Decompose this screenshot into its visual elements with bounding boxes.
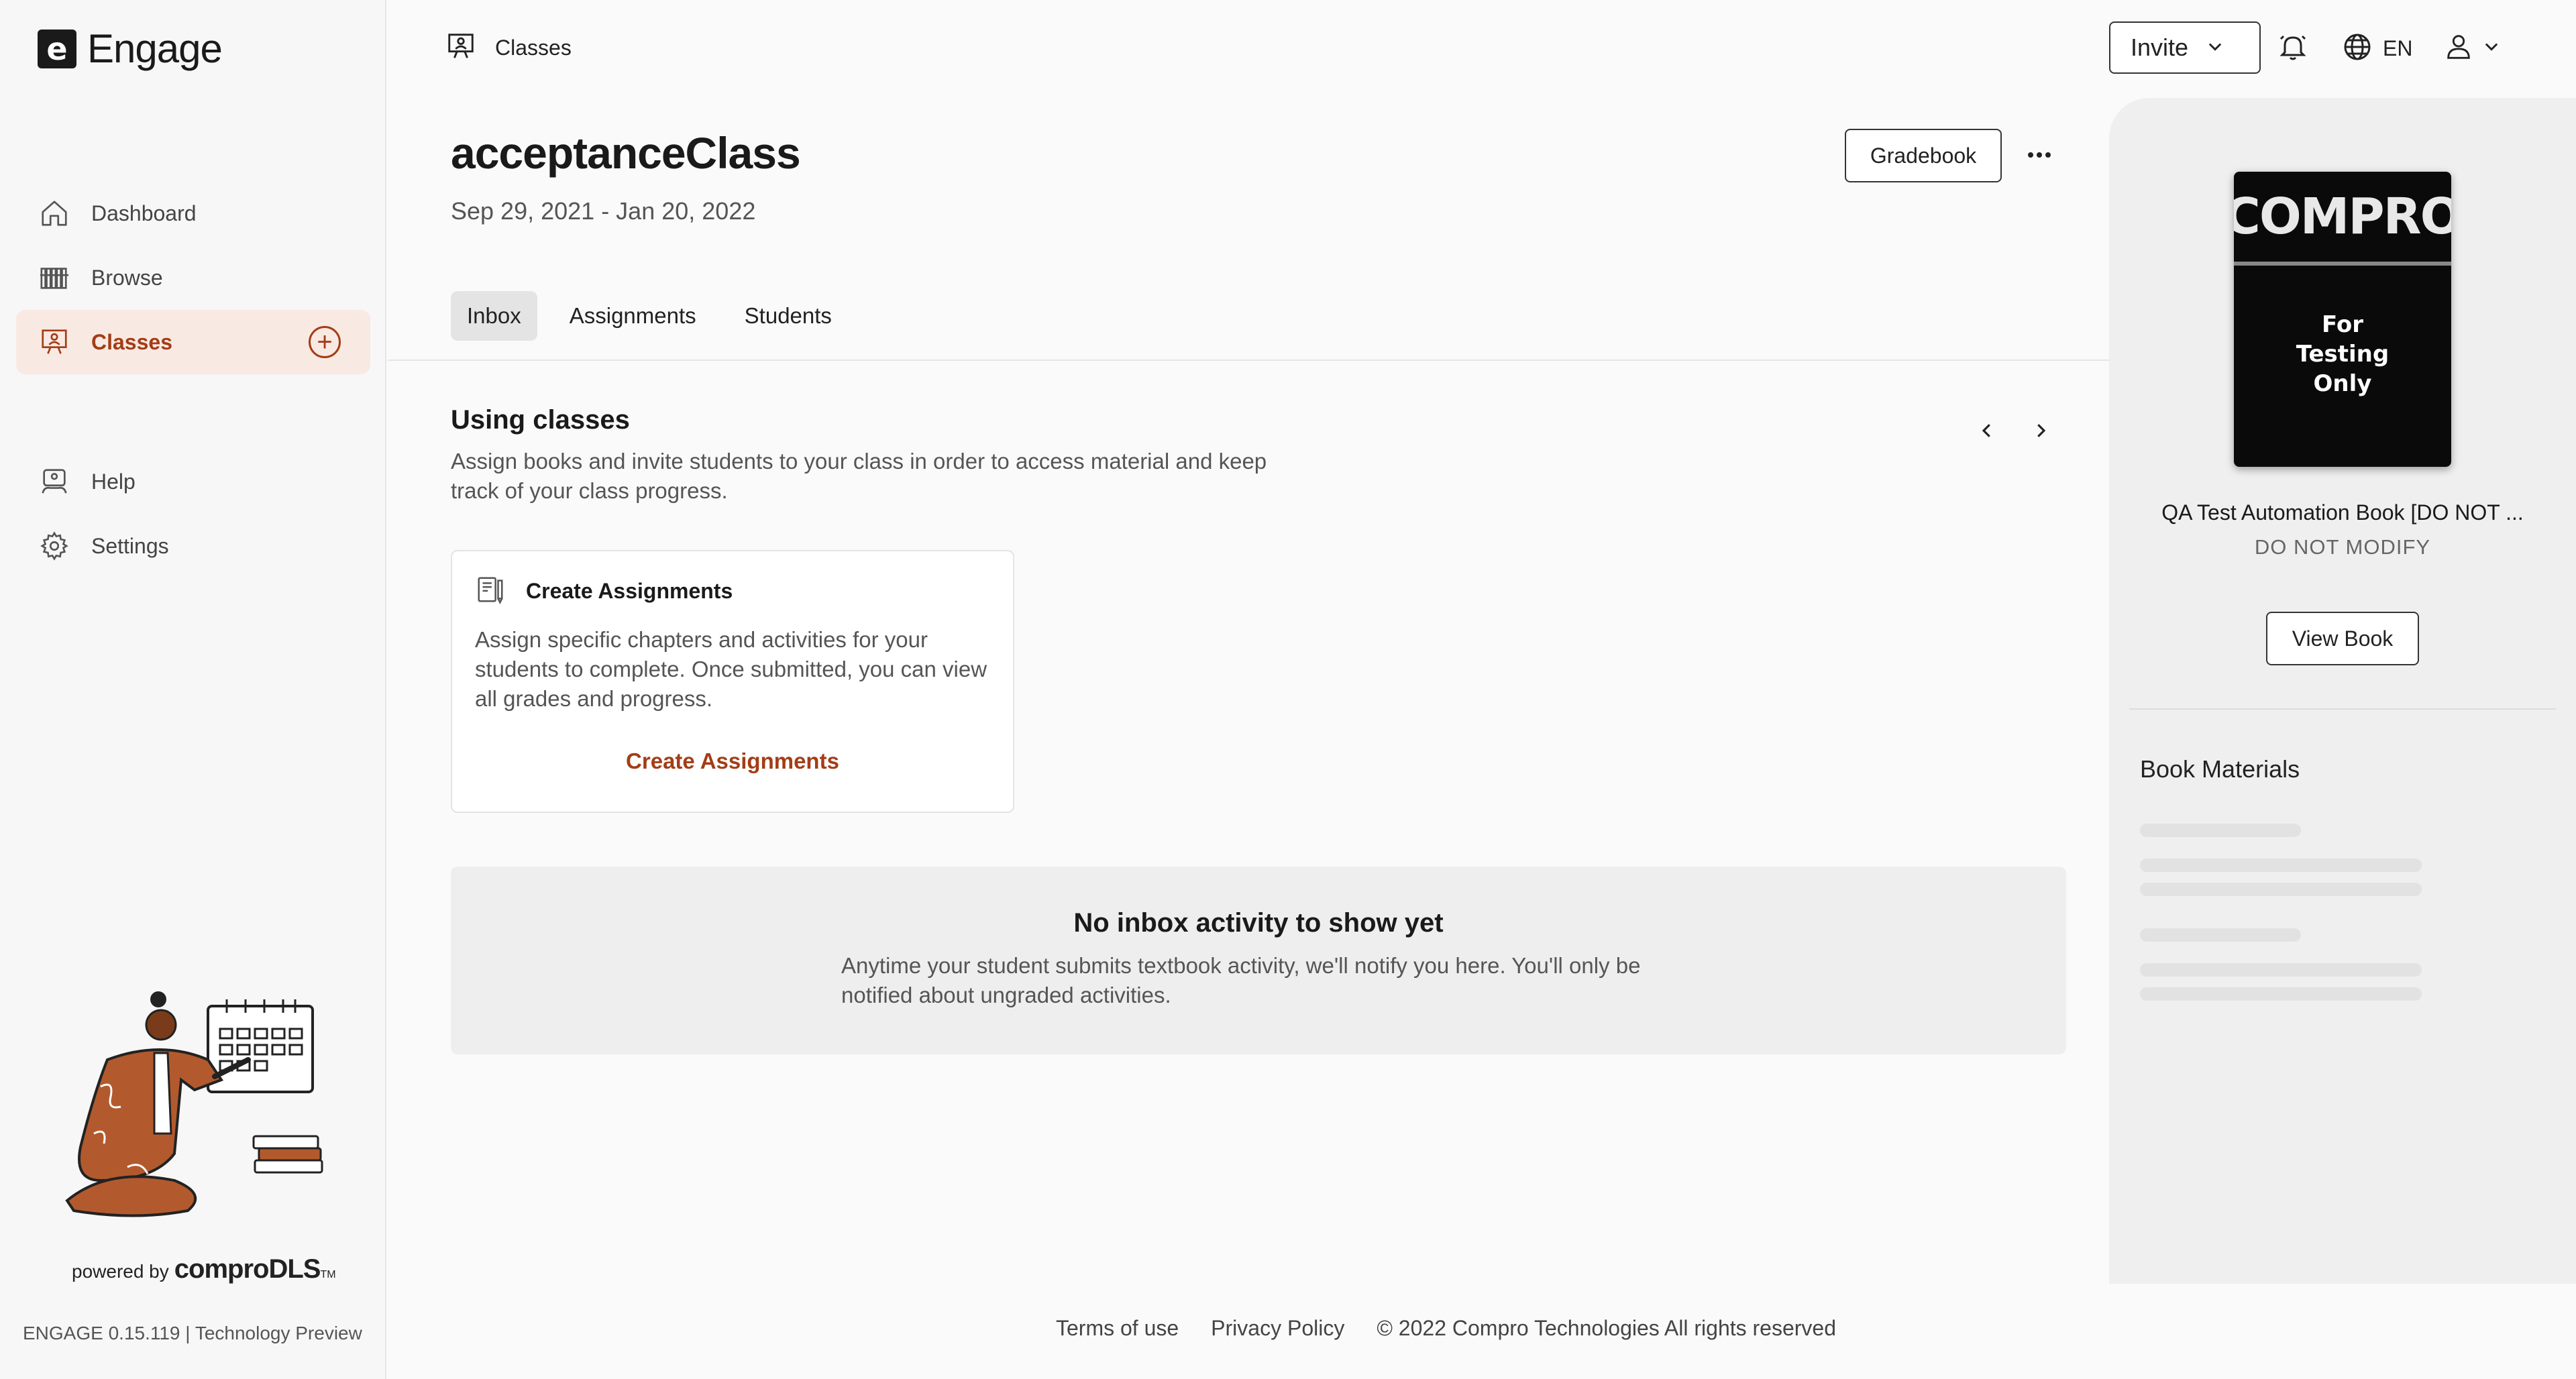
more-options-icon[interactable] xyxy=(2019,138,2059,172)
engage-logo[interactable]: e Engage xyxy=(38,25,223,72)
empty-state-title: No inbox activity to show yet xyxy=(1073,908,1444,938)
user-menu[interactable] xyxy=(2443,31,2501,65)
using-classes-title: Using classes xyxy=(451,405,630,435)
top-bar: Classes Invite EN xyxy=(388,0,2576,94)
loading-skeleton xyxy=(2140,928,2301,942)
sidebar-item-label: Settings xyxy=(91,533,169,558)
class-title: acceptanceClass xyxy=(451,128,801,178)
terms-link[interactable]: Terms of use xyxy=(1056,1316,1179,1341)
loading-skeleton xyxy=(2140,987,2422,1001)
sidebar-item-settings[interactable]: Settings xyxy=(16,514,370,578)
language-selector[interactable]: EN xyxy=(2341,31,2412,66)
copyright-text: © 2022 Compro Technologies All rights re… xyxy=(1377,1316,1837,1340)
loading-skeleton xyxy=(2140,824,2301,837)
class-tabs: Inbox Assignments Students xyxy=(451,291,864,341)
footer: Terms of use Privacy Policy © 2022 Compr… xyxy=(1056,1316,1836,1341)
tabs-divider xyxy=(388,360,2109,361)
book-cover-title: COMPRO xyxy=(2234,172,2451,266)
chevron-down-icon xyxy=(2206,34,2224,62)
powered-by-brand: comproDLS xyxy=(174,1254,321,1284)
cover-line-3: Only xyxy=(2313,370,2372,397)
user-icon xyxy=(2443,31,2474,65)
gradebook-button[interactable]: Gradebook xyxy=(1845,129,2002,182)
chevron-down-icon xyxy=(2482,37,2501,59)
invite-button[interactable]: Invite xyxy=(2109,21,2261,74)
book-cover[interactable]: COMPRO For Testing Only xyxy=(2234,172,2451,467)
classroom-icon xyxy=(445,31,476,65)
gear-icon xyxy=(38,529,71,563)
create-assignments-link[interactable]: Create Assignments xyxy=(452,749,1013,774)
book-title: QA Test Automation Book [DO NOT ... xyxy=(2161,500,2524,525)
trademark: TM xyxy=(320,1269,336,1280)
invite-label: Invite xyxy=(2131,34,2189,61)
chevron-left-icon[interactable] xyxy=(1974,417,2000,444)
sidebar-item-label: Browse xyxy=(91,265,163,290)
teacher-illustration xyxy=(54,979,335,1221)
sidebar-item-browse[interactable]: Browse xyxy=(16,245,370,310)
tab-assignments[interactable]: Assignments xyxy=(553,291,712,341)
help-icon xyxy=(38,465,71,498)
sidebar-item-label: Help xyxy=(91,469,136,494)
sidebar-item-classes[interactable]: Classes + xyxy=(16,310,370,374)
breadcrumb-label[interactable]: Classes xyxy=(495,36,572,60)
view-book-button[interactable]: View Book xyxy=(2266,612,2419,665)
chevron-right-icon[interactable] xyxy=(2027,417,2054,444)
sidebar-item-label: Dashboard xyxy=(91,201,197,225)
sidebar-item-dashboard[interactable]: Dashboard xyxy=(16,181,370,245)
bookshelf-icon xyxy=(38,261,71,294)
tab-students[interactable]: Students xyxy=(729,291,848,341)
assignment-icon xyxy=(475,574,506,608)
powered-by-text: powered by xyxy=(72,1261,169,1282)
globe-icon xyxy=(2341,31,2373,66)
card-title: Create Assignments xyxy=(526,579,733,603)
sidebar-nav: Dashboard Browse Classes + Help Settings xyxy=(16,181,370,578)
panel-divider xyxy=(2129,708,2556,710)
notification-bell-icon[interactable] xyxy=(2277,31,2309,66)
cover-line-1: For xyxy=(2322,311,2363,338)
language-label: EN xyxy=(2383,36,2413,60)
book-materials-title: Book Materials xyxy=(2140,755,2300,783)
loading-skeleton xyxy=(2140,963,2422,977)
card-body: Assign specific chapters and activities … xyxy=(475,627,987,711)
logo-text: Engage xyxy=(87,26,223,71)
tab-inbox[interactable]: Inbox xyxy=(451,291,537,341)
loading-skeleton xyxy=(2140,859,2422,872)
privacy-link[interactable]: Privacy Policy xyxy=(1211,1316,1344,1341)
empty-state-description: Anytime your student submits textbook ac… xyxy=(841,953,1641,1007)
card-header: Create Assignments xyxy=(475,574,733,608)
sidebar-item-help[interactable]: Help xyxy=(16,449,370,514)
breadcrumb: Classes xyxy=(445,31,572,65)
loading-skeleton xyxy=(2140,883,2422,896)
add-class-icon[interactable]: + xyxy=(309,326,341,358)
sidebar-item-label: Classes xyxy=(91,329,172,354)
inbox-empty-state: No inbox activity to show yet Anytime yo… xyxy=(451,867,2066,1054)
classroom-icon xyxy=(38,325,71,359)
home-icon xyxy=(38,197,71,230)
powered-by: powered by comproDLS TM xyxy=(72,1254,336,1284)
book-cover-subtitle: For Testing Only xyxy=(2234,310,2451,398)
create-assignments-card: Create Assignments Assign specific chapt… xyxy=(451,550,1014,813)
logo-mark: e xyxy=(38,29,76,68)
class-dates: Sep 29, 2021 - Jan 20, 2022 xyxy=(451,197,756,225)
sidebar: e Engage Dashboard Browse Classes + Help… xyxy=(0,0,386,1379)
book-panel: COMPRO For Testing Only QA Test Automati… xyxy=(2109,98,2576,1284)
cover-line-2: Testing xyxy=(2296,341,2390,368)
version-text: ENGAGE 0.15.119 | Technology Preview xyxy=(23,1323,362,1343)
book-subtitle: DO NOT MODIFY xyxy=(2254,535,2431,559)
using-classes-description: Assign books and invite students to your… xyxy=(451,449,1267,503)
